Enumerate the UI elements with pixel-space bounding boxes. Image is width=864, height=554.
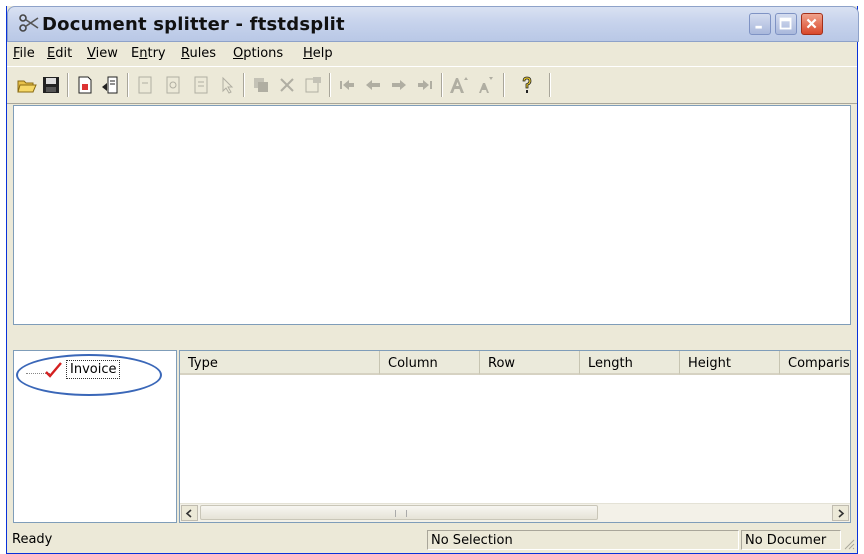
status-bar: Ready No Selection No Documer: [7, 528, 857, 552]
highlight-ring: [16, 354, 162, 396]
pointer-icon[interactable]: [217, 75, 237, 95]
font-larger-icon[interactable]: [447, 75, 471, 95]
close-button[interactable]: [801, 13, 823, 35]
menu-view-mnemonic: V: [87, 46, 96, 61]
menu-options-label: ptions: [243, 46, 284, 61]
column-header-comparison[interactable]: Comparis: [780, 351, 850, 375]
maximize-button[interactable]: [775, 13, 797, 35]
save-icon[interactable]: [41, 75, 61, 95]
import-document-icon[interactable]: [101, 75, 121, 95]
scissors-icon: [19, 14, 39, 32]
menu-help[interactable]: Help: [303, 46, 333, 61]
menu-edit-mnemonic: E: [47, 46, 56, 61]
scroll-thumb[interactable]: [200, 505, 598, 520]
menu-edit-label: dit: [55, 46, 73, 61]
maximize-icon: [779, 17, 792, 30]
next-icon[interactable]: [389, 75, 409, 95]
title-bar[interactable]: Document splitter - ftstdsplit: [7, 6, 859, 42]
menu-rules[interactable]: Rules: [181, 46, 216, 61]
status-ready: Ready: [12, 532, 53, 547]
status-selection: No Selection: [427, 530, 739, 550]
menu-bar: File Edit View Entry Rules Options Help: [7, 43, 857, 65]
entry-tree[interactable]: Invoice: [13, 350, 177, 523]
last-icon[interactable]: [415, 75, 435, 95]
toolbar-separator: [127, 73, 129, 97]
toolbar-separator: [441, 73, 443, 97]
page-text-icon[interactable]: [191, 75, 211, 95]
new-document-icon[interactable]: [75, 75, 95, 95]
menu-entry[interactable]: Entry: [131, 46, 166, 61]
column-header-length[interactable]: Length: [580, 351, 680, 375]
column-header-type[interactable]: Type: [180, 351, 380, 375]
page-icon[interactable]: [135, 75, 155, 95]
help-icon[interactable]: [517, 75, 537, 95]
toolbar-separator: [329, 73, 331, 97]
list-header: Type Column Row Length Height Comparis: [180, 351, 850, 375]
close-icon: [806, 18, 817, 29]
horizontal-scrollbar[interactable]: [180, 503, 850, 522]
column-header-column[interactable]: Column: [380, 351, 480, 375]
menu-help-mnemonic: H: [303, 46, 313, 61]
chevron-left-icon: [185, 508, 192, 518]
chevron-right-icon: [838, 508, 845, 518]
menu-file-label: ile: [19, 46, 35, 61]
menu-view[interactable]: View: [87, 46, 118, 61]
menu-entry-label: try: [147, 46, 166, 61]
document-preview-pane[interactable]: [13, 105, 851, 325]
toolbar: [7, 66, 857, 104]
menu-view-label: iew: [95, 46, 118, 61]
menu-help-label: elp: [312, 46, 333, 61]
column-header-height[interactable]: Height: [680, 351, 780, 375]
font-smaller-icon[interactable]: [475, 75, 495, 95]
minimize-icon: [755, 25, 762, 29]
minimize-button[interactable]: [749, 13, 771, 35]
menu-rules-label: ules: [189, 46, 217, 61]
status-document: No Documer: [741, 530, 841, 550]
scroll-left-button[interactable]: [181, 505, 198, 521]
window-title: Document splitter - ftstdsplit: [42, 14, 345, 35]
rules-list[interactable]: Type Column Row Length Height Comparis: [179, 350, 851, 523]
open-folder-icon[interactable]: [17, 75, 37, 95]
scroll-grip: [395, 510, 407, 517]
menu-options[interactable]: Options: [233, 46, 283, 61]
menu-entry-prefix: E: [131, 46, 140, 61]
previous-icon[interactable]: [363, 75, 383, 95]
copy-icon[interactable]: [251, 75, 271, 95]
toolbar-separator: [503, 73, 505, 97]
toolbar-separator: [67, 73, 69, 97]
menu-edit[interactable]: Edit: [47, 46, 72, 61]
app-window: Document splitter - ftstdsplit File Edit…: [6, 6, 859, 554]
properties-icon[interactable]: [303, 75, 323, 95]
scroll-right-button[interactable]: [832, 505, 849, 521]
delete-icon[interactable]: [277, 75, 297, 95]
resize-grip-icon[interactable]: [843, 538, 855, 550]
first-icon[interactable]: [337, 75, 357, 95]
column-header-row[interactable]: Row: [480, 351, 580, 375]
toolbar-separator: [243, 73, 245, 97]
page-view-icon[interactable]: [163, 75, 183, 95]
menu-options-mnemonic: O: [233, 46, 244, 61]
toolbar-separator: [549, 73, 551, 97]
menu-file[interactable]: File: [13, 46, 35, 61]
